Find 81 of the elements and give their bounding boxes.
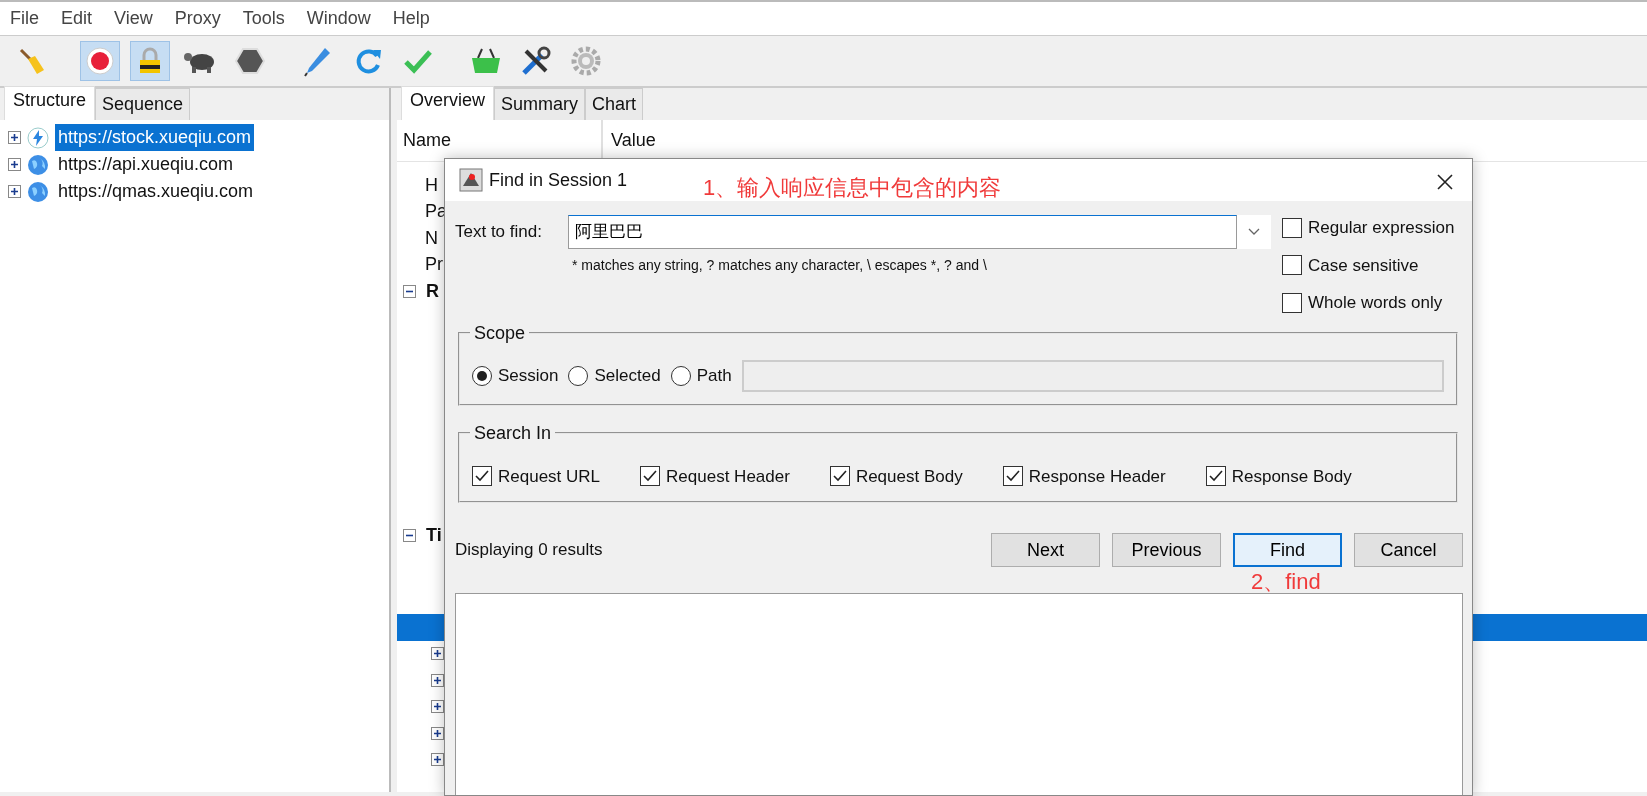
checkbox[interactable] [829, 466, 850, 487]
row-label: Pr [425, 253, 443, 277]
checkbox-label: Regular expression [1308, 217, 1455, 239]
row-label: H [425, 173, 438, 197]
checkbox[interactable] [640, 466, 661, 487]
dialog-button[interactable]: Next [991, 533, 1100, 567]
radio-label: Path [696, 364, 732, 387]
checkbox-label: Case sensitive [1308, 254, 1419, 277]
radio-label: Selected [594, 364, 661, 387]
broom-icon [17, 46, 47, 76]
host-item[interactable]: https://api.xueqiu.com [55, 151, 237, 178]
annotation-text: 1、输入响应信息中包含的内容 [703, 174, 1002, 202]
radio-button[interactable] [568, 365, 589, 386]
group-title: Search In [473, 423, 553, 442]
expand-icon[interactable] [431, 673, 444, 687]
checkbox[interactable] [472, 466, 492, 487]
expand-icon[interactable] [431, 726, 444, 740]
record-icon [85, 46, 115, 76]
expand-icon[interactable] [431, 647, 444, 661]
group-title: Scope [473, 323, 527, 342]
hint-text: * matches any string, ? matches any character, \ escapes *, ? and \ [571, 256, 988, 275]
app-icon [459, 168, 483, 192]
checkbox[interactable] [1282, 292, 1302, 313]
tab[interactable]: Overview [401, 86, 494, 120]
dialog-button[interactable]: Previous [1112, 533, 1221, 567]
checkbox-label: Request Body [855, 465, 963, 488]
lightning-icon [27, 126, 49, 149]
checkbox-label: Response Header [1028, 465, 1166, 488]
field-label: Text to find: [455, 221, 543, 243]
menu-item[interactable]: Proxy [174, 5, 221, 32]
section-label: Ti [426, 524, 442, 548]
section-label: R [426, 279, 439, 303]
radio-label: Session [498, 364, 559, 387]
checkbox-label: Request Header [666, 465, 790, 488]
radio-button[interactable] [472, 365, 492, 386]
toolbar-button[interactable] [130, 41, 170, 81]
basket-icon [470, 46, 502, 76]
collapse-icon[interactable] [403, 284, 416, 298]
menu-item[interactable]: Edit [61, 5, 93, 32]
row-label: N [425, 226, 438, 250]
globe-icon [27, 180, 49, 203]
hexagon-icon [235, 46, 265, 76]
menu-item[interactable]: Tools [242, 5, 285, 32]
globe-icon [27, 153, 49, 176]
expand-icon[interactable] [8, 185, 21, 198]
status-text: Displaying 0 results [455, 539, 603, 562]
close-icon [1436, 173, 1454, 192]
pen-icon [303, 45, 333, 77]
host-item[interactable]: https://qmas.xueqiu.com [55, 178, 257, 205]
tab[interactable]: Chart [585, 88, 644, 120]
path-field[interactable] [741, 359, 1444, 392]
collapse-icon[interactable] [403, 529, 416, 543]
expand-icon[interactable] [8, 131, 21, 144]
checkbox-label: Response Body [1231, 465, 1352, 488]
gear-icon [571, 46, 601, 76]
dialog-button[interactable]: Find [1233, 533, 1342, 567]
checkbox-label: Whole words only [1308, 292, 1443, 314]
tab[interactable]: Summary [494, 88, 586, 120]
annotation-text: 2、find [1251, 568, 1321, 596]
menu-item[interactable]: File [10, 5, 39, 32]
checkbox[interactable] [1282, 217, 1302, 238]
tab[interactable]: Structure [4, 86, 96, 120]
expand-icon[interactable] [431, 753, 444, 767]
expand-icon[interactable] [8, 158, 21, 171]
text-field[interactable]: 阿里巴巴 [568, 215, 1237, 249]
host-item[interactable]: https://stock.xueqiu.com [55, 124, 255, 151]
menu-item[interactable]: View [114, 5, 153, 32]
checkbox[interactable] [1205, 466, 1226, 487]
menu-item[interactable]: Help [392, 5, 430, 32]
expand-icon[interactable] [431, 700, 444, 714]
radio-button[interactable] [670, 365, 691, 386]
tab[interactable]: Sequence [95, 88, 191, 120]
column-header: Value [610, 129, 656, 152]
tools-icon [520, 45, 552, 77]
dialog-title: Find in Session 1 [489, 168, 628, 192]
menu-item[interactable]: Window [306, 5, 371, 32]
dropdown-icon[interactable] [1248, 228, 1260, 236]
checkbox[interactable] [1282, 255, 1302, 276]
dialog-button[interactable]: Cancel [1354, 533, 1463, 567]
checkbox[interactable] [1002, 466, 1023, 487]
checkbox-label: Request URL [498, 465, 601, 488]
